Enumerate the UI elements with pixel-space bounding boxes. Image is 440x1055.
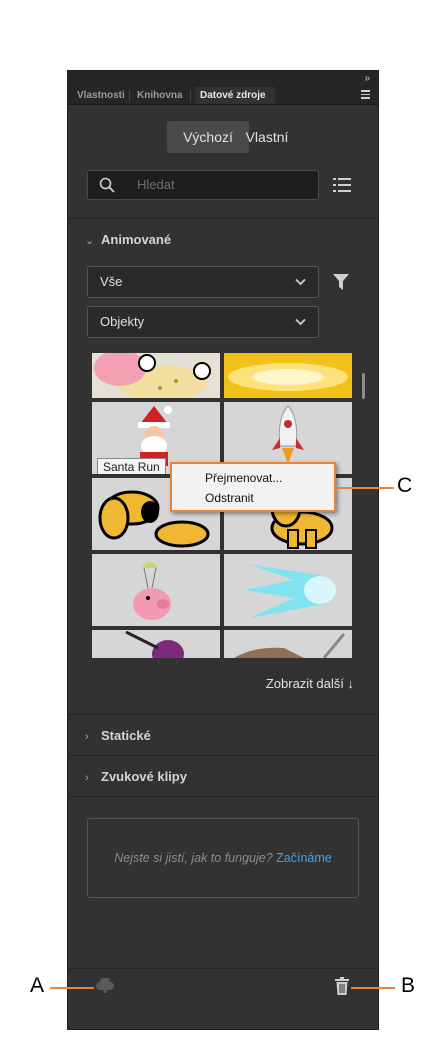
tab-separator — [190, 90, 191, 101]
filter-select[interactable]: Vše — [87, 266, 319, 298]
section-sound-header[interactable]: › Zvukové klipy — [85, 769, 187, 784]
context-menu-delete[interactable]: Odstranit — [205, 491, 254, 505]
upload-cloud-icon[interactable] — [95, 978, 115, 994]
search-field[interactable]: Hledat — [87, 170, 319, 200]
tab-library[interactable]: Knihovna — [132, 87, 188, 104]
divider — [68, 755, 378, 756]
chevron-down-icon — [295, 318, 306, 326]
asset-preview-image — [92, 630, 220, 658]
grid-scrollbar[interactable] — [362, 373, 365, 399]
context-menu-rename[interactable]: Přejmenovat... — [205, 471, 282, 485]
help-box: Nejste si jistí, jak to funguje? Začínám… — [87, 818, 359, 898]
asset-thumbnail[interactable] — [92, 554, 220, 626]
assets-panel: » Vlastnosti Knihovna Datové zdroje Vých… — [67, 70, 379, 1030]
section-sound-title: Zvukové klipy — [101, 769, 187, 784]
divider — [68, 218, 378, 219]
asset-preview-image — [224, 630, 352, 658]
asset-preview-image — [92, 353, 220, 398]
trash-icon[interactable] — [334, 977, 350, 995]
asset-thumbnail[interactable] — [224, 554, 352, 626]
search-icon — [99, 177, 115, 193]
divider — [68, 796, 378, 797]
collapse-icon[interactable]: » — [364, 72, 370, 86]
section-static-title: Statické — [101, 728, 151, 743]
type-select[interactable]: Objekty — [87, 306, 319, 338]
chevron-down-icon — [295, 278, 306, 286]
asset-thumbnail[interactable] — [92, 353, 220, 398]
context-menu: Přejmenovat... Odstranit — [170, 462, 336, 512]
panel-footer — [68, 969, 378, 1029]
asset-thumbnail[interactable] — [224, 630, 352, 658]
show-more-link[interactable]: Zobrazit další ↓ — [266, 676, 354, 691]
asset-thumbnail[interactable] — [92, 630, 220, 658]
chevron-right-icon: › — [85, 731, 89, 743]
tab-separator — [129, 90, 130, 101]
section-animated-title: Animované — [101, 232, 172, 247]
asset-thumbnail[interactable] — [224, 353, 352, 398]
callout-label-b: B — [401, 974, 416, 997]
filter-icon[interactable] — [333, 274, 349, 290]
asset-preview-image — [224, 554, 352, 626]
asset-preview-image — [92, 554, 220, 626]
get-started-link[interactable]: Začínáme — [276, 851, 332, 865]
tab-bar: Vlastnosti Knihovna Datové zdroje — [68, 87, 378, 105]
panel-menu-icon[interactable] — [361, 90, 370, 99]
section-animated-header[interactable]: ⌄ Animované — [85, 232, 171, 247]
asset-tooltip: Santa Run — [97, 458, 166, 474]
callout-label-a: A — [30, 974, 45, 997]
panel-header-strip: » — [68, 71, 378, 87]
asset-preview-image — [224, 353, 352, 398]
filter-select-value: Vše — [100, 274, 123, 289]
chevron-right-icon: › — [85, 772, 89, 784]
list-view-icon[interactable] — [333, 177, 351, 193]
search-input[interactable]: Hledat — [137, 171, 175, 199]
help-question: Nejste si jistí, jak to funguje? — [114, 851, 273, 865]
callout-line-a — [50, 987, 94, 989]
callout-line-b — [351, 987, 395, 989]
section-static-header[interactable]: › Statické — [85, 728, 151, 743]
chevron-down-icon: ⌄ — [85, 235, 95, 247]
callout-line-c — [337, 487, 394, 489]
segment-custom[interactable]: Vlastní — [231, 121, 303, 153]
type-select-value: Objekty — [100, 314, 145, 329]
divider — [68, 714, 378, 715]
tab-data-sources[interactable]: Datové zdroje — [195, 87, 275, 104]
tab-properties[interactable]: Vlastnosti — [72, 87, 128, 104]
callout-label-c: C — [397, 474, 413, 497]
